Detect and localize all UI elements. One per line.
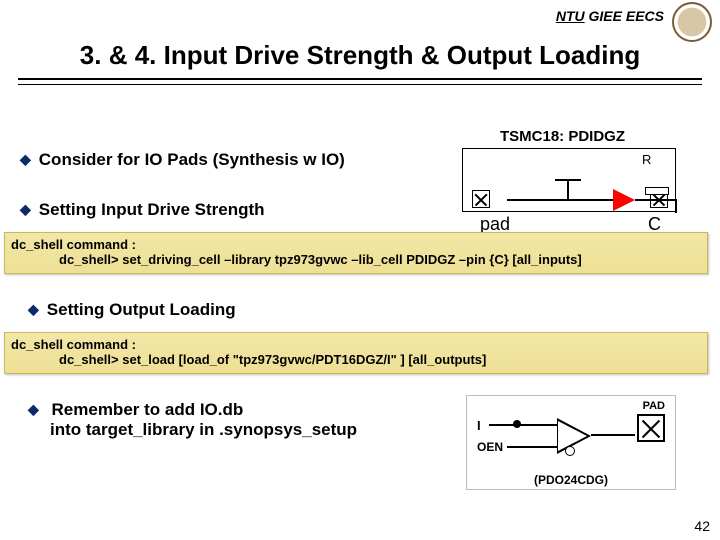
code-command: dc_shell> set_driving_cell –library tpz9…: [59, 252, 701, 267]
resistor-icon: [645, 187, 669, 195]
wire-icon: [591, 434, 635, 436]
bullet-consider-io: Consider for IO Pads (Synthesis w IO): [20, 150, 345, 170]
label-pad2: PAD: [643, 400, 665, 412]
wire-icon: [567, 179, 569, 199]
bullet-iodb-line2: into target_library in .synopsys_setup: [50, 420, 357, 440]
pad-box-icon: [637, 414, 665, 442]
diagram-title: TSMC18: PDIDGZ: [500, 128, 625, 145]
bullet-output-load: Setting Output Loading: [28, 300, 236, 320]
bullet-iodb-line1: Remember to add IO.db: [52, 400, 244, 419]
label-i: I: [477, 418, 481, 433]
diagram-pdo24cdg: PAD I OEN (PDO24CDG): [466, 395, 676, 490]
label-r: R: [642, 152, 651, 167]
header-ntu: NTU: [556, 8, 585, 24]
wire-icon: [507, 199, 567, 201]
page-number: 42: [694, 518, 710, 534]
title-underline: [18, 78, 702, 85]
diagram-pdidgz: TSMC18: PDIDGZ R pad C: [446, 128, 692, 224]
buffer-icon: [613, 189, 635, 211]
wire-icon: [567, 199, 613, 201]
node-dot-icon: [513, 420, 521, 428]
header-dept: GIEE EECS: [589, 8, 664, 24]
slide: NTU GIEE EECS 3. & 4. Input Drive Streng…: [0, 0, 720, 540]
label-cellname: (PDO24CDG): [467, 473, 675, 487]
wire-icon: [555, 179, 581, 181]
code-block-drive: dc_shell command : dc_shell> set_driving…: [4, 232, 708, 274]
wire-icon: [489, 424, 557, 426]
label-oen: OEN: [477, 440, 503, 454]
code-header: dc_shell command :: [11, 337, 701, 352]
bullet-input-drive: Setting Input Drive Strength: [20, 200, 265, 220]
bullet-iodb: Remember to add IO.db into target_librar…: [28, 400, 357, 440]
inversion-bubble-icon: [565, 446, 575, 456]
code-command: dc_shell> set_load [load_of "tpz973gvwc/…: [59, 352, 701, 367]
pad-pin-icon: [472, 190, 490, 208]
header-org: NTU GIEE EECS: [556, 8, 664, 24]
wire-icon: [675, 199, 677, 213]
code-header: dc_shell command :: [11, 237, 701, 252]
ntu-logo-icon: [672, 2, 712, 42]
slide-title: 3. & 4. Input Drive Strength & Output Lo…: [30, 40, 690, 77]
code-block-load: dc_shell command : dc_shell> set_load [l…: [4, 332, 708, 374]
